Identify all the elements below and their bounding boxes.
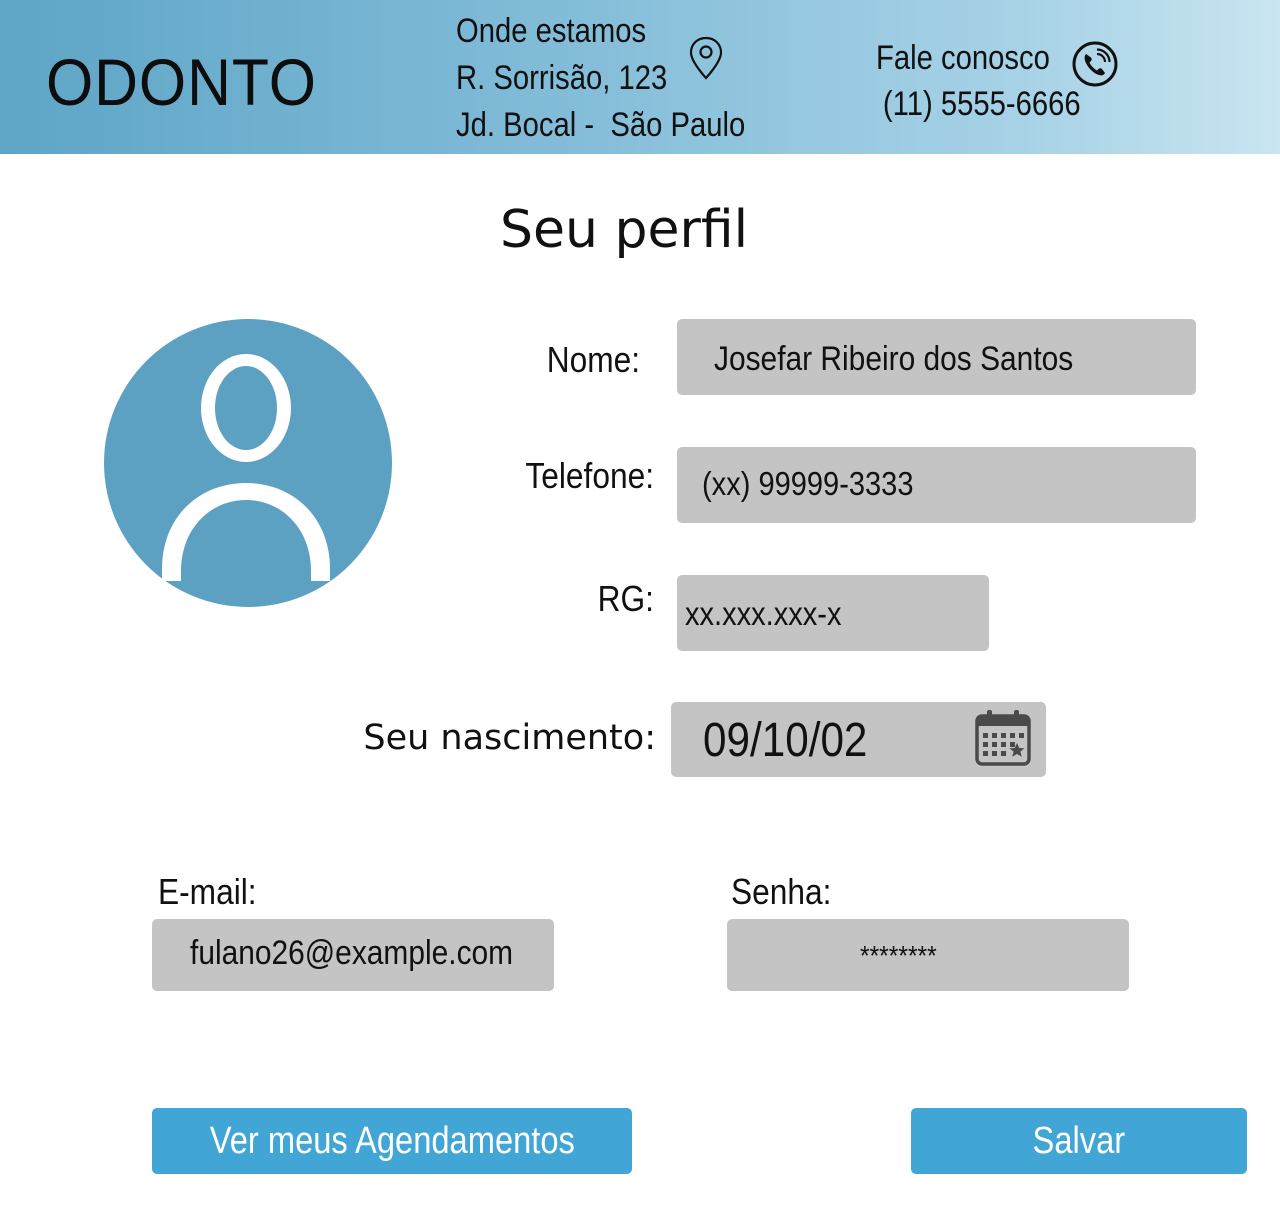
phone-label: Telefone: (525, 455, 654, 496)
calendar-icon[interactable] (973, 708, 1033, 768)
contact-phone[interactable]: (11) 5555-6666 (876, 81, 1081, 127)
email-label: E-mail: (158, 871, 257, 912)
top-header-bar: ODONTO Onde estamos R. Sorrisão, 123 Jd.… (0, 0, 1280, 154)
birth-value: 09/10/02 (703, 714, 868, 767)
phone-icon[interactable] (1071, 40, 1119, 88)
name-value: Josefar Ribeiro dos Santos (714, 340, 1074, 378)
password-field[interactable]: ******** (727, 919, 1129, 991)
location-district: Jd. Bocal - São Paulo (456, 106, 746, 144)
phone-field[interactable]: (xx) 99999-3333 (677, 447, 1196, 523)
contact-title: Fale conosco (876, 39, 1050, 77)
name-field[interactable]: Josefar Ribeiro dos Santos (677, 319, 1196, 395)
page-title: Seu perfil (499, 200, 749, 260)
save-label: Salvar (1032, 1120, 1126, 1162)
view-appointments-label: Ver meus Agendamentos (209, 1120, 575, 1162)
email-value: fulano26@example.com (190, 934, 514, 972)
save-button[interactable]: Salvar (911, 1108, 1247, 1174)
password-label: Senha: (731, 871, 832, 912)
phone-value: (xx) 99999-3333 (702, 465, 914, 502)
location-pin-icon (689, 36, 723, 80)
birth-label: Seu nascimento: (363, 718, 656, 758)
user-avatar-icon[interactable] (104, 319, 392, 607)
name-label: Nome: (546, 339, 640, 380)
brand-logo[interactable]: ODONTO (46, 42, 317, 122)
rg-value: xx.xxx.xxx-x (685, 595, 842, 632)
password-value: ******** (860, 940, 937, 971)
contact-info: Fale conosco (11) 5555-6666 (876, 35, 1081, 127)
view-appointments-button[interactable]: Ver meus Agendamentos (152, 1108, 632, 1174)
rg-label: RG: (597, 578, 654, 619)
rg-field[interactable]: xx.xxx.xxx-x (677, 575, 989, 651)
email-field[interactable]: fulano26@example.com (152, 919, 554, 991)
